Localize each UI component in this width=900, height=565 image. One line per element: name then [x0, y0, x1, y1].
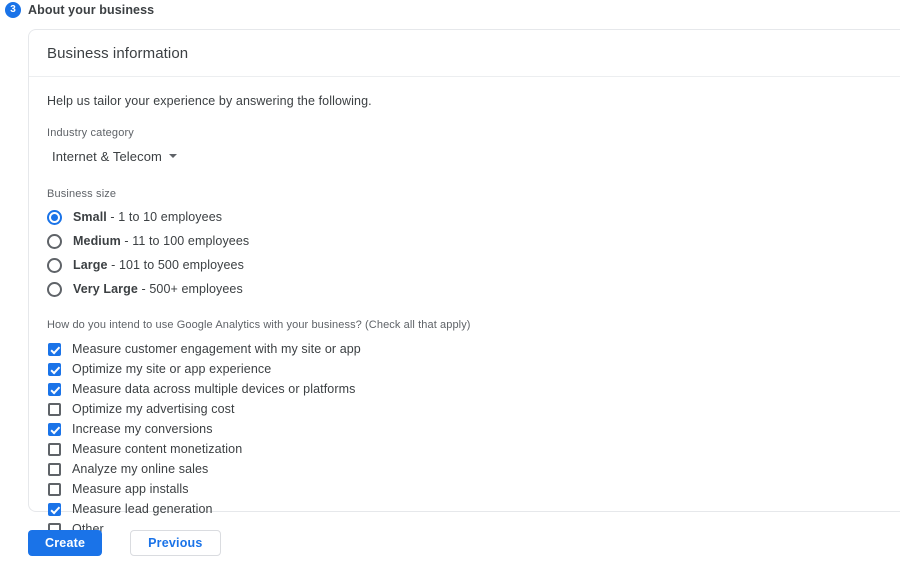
business-size-radio-group: Small - 1 to 10 employees Medium - 11 to …	[47, 207, 900, 299]
industry-category-value: Internet & Telecom	[52, 148, 162, 164]
analytics-intent-option-label: Optimize my advertising cost	[72, 402, 235, 416]
form-actions: Create Previous	[28, 530, 221, 556]
checkbox-unchecked[interactable]	[48, 462, 61, 476]
analytics-intent-option[interactable]: Measure lead generation	[47, 499, 900, 519]
analytics-intent-option[interactable]: Increase my conversions	[47, 419, 900, 439]
business-size-option-name: Very Large	[73, 282, 138, 296]
business-size-option-detail: - 500+ employees	[137, 282, 243, 296]
business-size-option-label: Medium - 11 to 100 employees	[73, 234, 249, 248]
industry-category-label: Industry category	[47, 127, 134, 139]
analytics-intent-option-label: Measure app installs	[72, 482, 189, 496]
business-size-option-label: Very Large - 500+ employees	[73, 282, 243, 296]
checkbox-unchecked[interactable]	[48, 402, 61, 416]
analytics-intent-option[interactable]: Measure content monetization	[47, 439, 900, 459]
business-size-option[interactable]: Medium - 11 to 100 employees	[47, 231, 900, 251]
business-size-option-name: Small	[73, 210, 107, 224]
create-button[interactable]: Create	[28, 530, 103, 556]
business-size-option-detail: - 1 to 10 employees	[106, 210, 223, 224]
business-size-option[interactable]: Large - 101 to 500 employees	[47, 255, 900, 275]
checkbox-checked[interactable]	[48, 342, 61, 356]
radio-button[interactable]	[47, 257, 62, 273]
radio-button[interactable]	[47, 233, 62, 249]
business-size-label: Business size	[47, 188, 117, 200]
analytics-intent-option[interactable]: Optimize my site or app experience	[47, 359, 900, 379]
card-body: Help us tailor your experience by answer…	[29, 77, 900, 539]
analytics-intent-option[interactable]: Analyze my online sales	[47, 459, 900, 479]
business-information-card: Business information Help us tailor your…	[28, 29, 900, 536]
analytics-intent-option[interactable]: Measure data across multiple devices or …	[47, 379, 900, 399]
page-title: About your business	[28, 3, 155, 17]
step-header: 3 About your business	[5, 1, 154, 19]
analytics-intent-option[interactable]: Measure app installs	[47, 479, 900, 499]
intro-text: Help us tailor your experience by answer…	[47, 94, 372, 108]
business-size-option[interactable]: Very Large - 500+ employees	[47, 279, 900, 299]
checkbox-checked[interactable]	[48, 382, 61, 396]
business-size-option-detail: - 11 to 100 employees	[120, 234, 250, 248]
step-number-badge: 3	[5, 2, 21, 18]
analytics-intent-option-label: Optimize my site or app experience	[72, 362, 272, 376]
business-size-option-detail: - 101 to 500 employees	[107, 258, 244, 272]
checkbox-unchecked[interactable]	[48, 442, 61, 456]
checkbox-checked[interactable]	[48, 422, 61, 436]
analytics-intent-question: How do you intend to use Google Analytic…	[47, 319, 471, 331]
analytics-intent-option-label: Analyze my online sales	[72, 462, 209, 476]
analytics-intent-option-label: Measure data across multiple devices or …	[72, 382, 356, 396]
checkbox-unchecked[interactable]	[48, 482, 61, 496]
card-header-title: Business information	[47, 44, 189, 62]
analytics-intent-option-label: Increase my conversions	[72, 422, 213, 436]
business-size-option[interactable]: Small - 1 to 10 employees	[47, 207, 900, 227]
analytics-intent-option-label: Measure content monetization	[72, 442, 243, 456]
analytics-intent-option[interactable]: Optimize my advertising cost	[47, 399, 900, 419]
analytics-intent-checkbox-group: Measure customer engagement with my site…	[47, 339, 900, 539]
business-size-option-name: Medium	[73, 234, 121, 248]
radio-button[interactable]	[47, 281, 62, 297]
analytics-intent-option-label: Measure lead generation	[72, 502, 213, 516]
checkbox-checked[interactable]	[48, 502, 61, 516]
card-header: Business information	[29, 30, 900, 77]
checkbox-checked[interactable]	[48, 362, 61, 376]
analytics-intent-option-label: Measure customer engagement with my site…	[72, 342, 361, 356]
industry-category-select[interactable]: Internet & Telecom	[47, 146, 179, 166]
business-size-option-label: Small - 1 to 10 employees	[73, 210, 222, 224]
chevron-down-icon	[168, 154, 177, 158]
radio-button-selected[interactable]	[47, 209, 62, 225]
business-size-option-name: Large	[73, 258, 108, 272]
business-size-option-label: Large - 101 to 500 employees	[73, 258, 244, 272]
previous-button[interactable]: Previous	[130, 530, 221, 556]
analytics-intent-option[interactable]: Measure customer engagement with my site…	[47, 339, 900, 359]
